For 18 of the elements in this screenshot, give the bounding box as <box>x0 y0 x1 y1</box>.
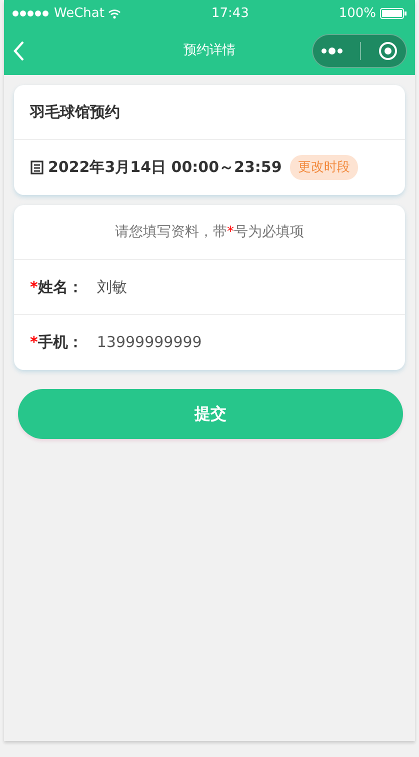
booking-datetime: 2022年3月14日 00:00～23:59 <box>48 157 282 178</box>
venue-title: 羽毛球馆预约 <box>30 102 120 123</box>
signal-icon <box>12 10 50 17</box>
field-label: *手机： <box>30 332 83 354</box>
input-field[interactable]: 13999999999 <box>96 331 389 354</box>
carrier-name: WeChat <box>54 4 104 23</box>
input-field[interactable]: 刘敏 <box>96 276 389 298</box>
calendar-icon <box>30 160 44 175</box>
clock-time: 17:43 <box>211 4 249 23</box>
page-title: 预约详情 <box>184 43 236 58</box>
field-label: *姓名： <box>30 276 83 298</box>
back-button[interactable] <box>12 40 26 62</box>
close-icon[interactable] <box>378 41 398 61</box>
wifi-icon <box>108 8 122 18</box>
required-notice: 请您填写资料，带*号为必填项 <box>115 222 304 242</box>
battery-percent: 100% <box>338 4 376 23</box>
more-icon[interactable] <box>321 47 344 55</box>
battery-icon <box>380 8 407 19</box>
